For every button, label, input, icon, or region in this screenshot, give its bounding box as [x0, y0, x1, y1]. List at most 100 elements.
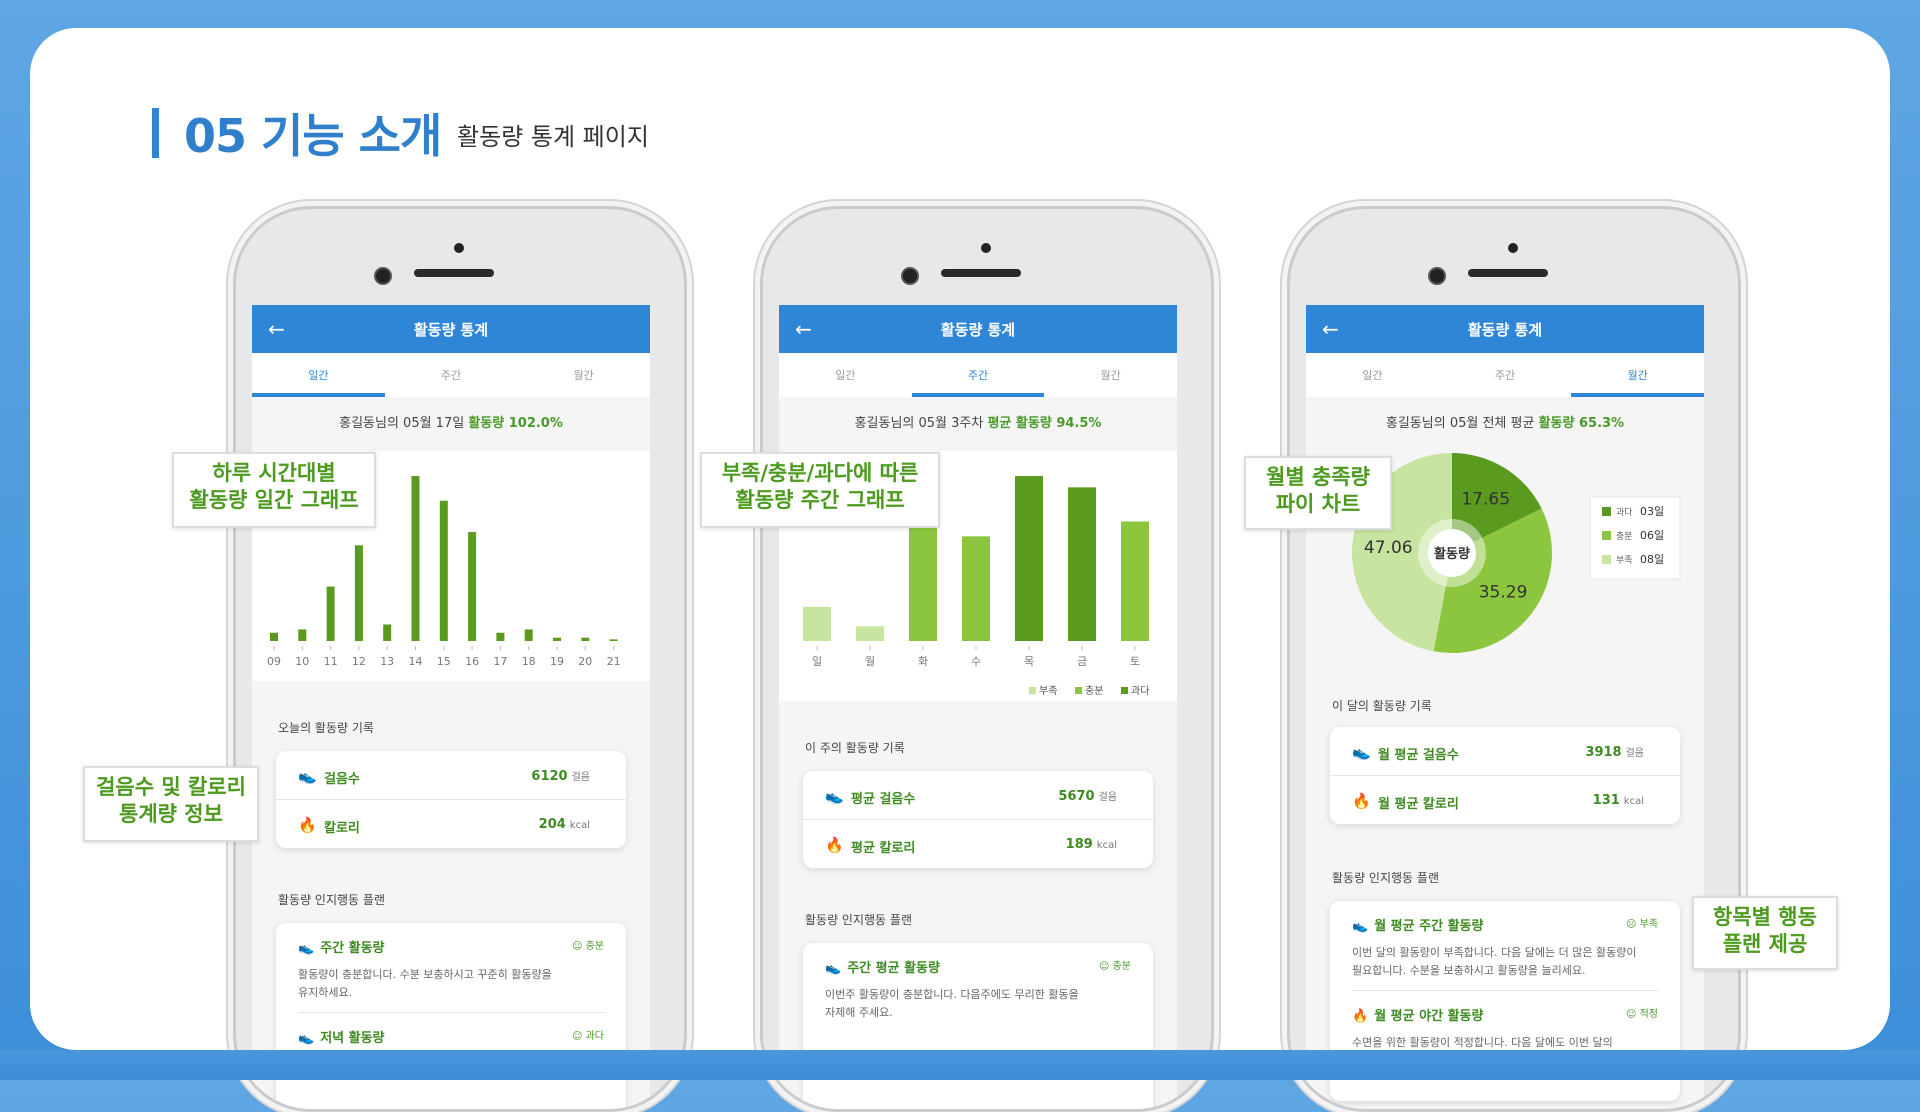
bar — [496, 632, 505, 641]
callout-line: 항목별 행동 — [1713, 905, 1817, 929]
callout-monthly: 월별 충족량파이 차트 — [1244, 456, 1392, 530]
bar — [962, 536, 990, 641]
callout-line: 월별 충족량 — [1266, 465, 1370, 489]
calorie-unit: kcal — [1623, 796, 1644, 807]
steps-label: 월 평균 걸음수 — [1378, 748, 1459, 763]
app-title: 활동량 통계 — [940, 321, 1016, 339]
bar — [553, 637, 561, 641]
tab-daily[interactable]: 일간 — [1306, 353, 1439, 397]
plan-item[interactable]: 👟 주간 활동량 ☺ 충분 활동량이 충분합니다. 수분 보충하시고 꾸준히 활동… — [276, 923, 626, 1012]
tab-daily[interactable]: 일간 — [779, 353, 912, 397]
steps-row: 👟 월 평균 걸음수 3918 걸음 — [1330, 727, 1680, 775]
record-card: 👟 걸음수 6120 걸음 🔥 칼로리 204 kcal — [276, 751, 626, 848]
summary-prefix: 홍길동님의 05월 전체 평균 — [1385, 416, 1535, 431]
tab-weekly[interactable]: 주간 — [385, 353, 518, 397]
smile-icon: ☺ — [571, 1031, 586, 1042]
plan-card: 👟 주간 평균 활동량 ☺ 충분 이번주 활동량이 충분합니다. 다음주에도 무리… — [803, 943, 1153, 1109]
tab-bar: 일간 주간 월간 — [779, 353, 1177, 397]
sensor-dot — [1508, 243, 1518, 253]
plan-desc-line2: 유지하세요. — [298, 986, 353, 999]
x-tick-label: 21 — [607, 655, 621, 668]
screen: ← 활동량 통계 일간 주간 월간 홍길동님의 05월 17일 활동량 102.… — [252, 305, 650, 1109]
flame-icon: 🔥 — [1352, 1009, 1369, 1024]
summary-value: 활동량 65.3% — [1538, 416, 1625, 431]
x-tick-label: 18 — [522, 655, 536, 668]
data-label: 35.29 — [1479, 583, 1528, 603]
summary-value: 평균 활동량 94.5% — [987, 416, 1102, 431]
steps-row: 👟 평균 걸음수 5670 걸음 — [803, 771, 1153, 819]
calorie-label: 월 평균 칼로리 — [1378, 797, 1459, 812]
x-tick-label: 토 — [1130, 655, 1140, 668]
plan-status: 충분 — [585, 941, 604, 952]
plan-desc-line1: 활동량이 충분합니다. 수분 보충하시고 꾸준히 활동량을 — [298, 968, 552, 981]
legend-swatch — [1602, 555, 1611, 564]
plan-title: 활동량 인지행동 플랜 — [278, 893, 385, 907]
legend-swatch — [1075, 687, 1082, 694]
callout-line: 파이 차트 — [1275, 492, 1361, 516]
callout-weekly: 부족/충분/과다에 따른 활동량 주간 그래프 — [700, 452, 940, 528]
steps-value: 5670 — [1058, 789, 1095, 804]
plan-status: 부족 — [1639, 919, 1658, 930]
bar — [326, 586, 335, 641]
plan-item-title: 월 평균 주간 활동량 — [1374, 919, 1484, 934]
calorie-row: 🔥 월 평균 칼로리 131 kcal — [1330, 775, 1680, 824]
plan-item[interactable]: 👟 주간 평균 활동량 ☺ 충분 이번주 활동량이 충분합니다. 다음주에도 무리… — [803, 943, 1153, 1032]
steps-value: 6120 — [531, 769, 568, 784]
bar — [609, 639, 618, 641]
flame-icon: 🔥 — [298, 816, 317, 834]
x-tick-label: 화 — [918, 655, 928, 668]
plan-title: 활동량 인지행동 플랜 — [1332, 871, 1439, 885]
legend-label: 부족 — [1616, 555, 1633, 566]
callout-line: 활동량 일간 그래프 — [189, 488, 359, 512]
record-card: 👟 월 평균 걸음수 3918 걸음 🔥 월 평균 칼로리 131 kcal — [1330, 727, 1680, 824]
tab-monthly[interactable]: 월간 — [1571, 353, 1704, 397]
speaker — [941, 269, 1021, 277]
flame-icon: 🔥 — [1352, 792, 1371, 810]
phone-weekly: ← 활동량 통계 일간 주간 월간 홍길동님의 05월 3주차 평균 활동량 9… — [760, 206, 1214, 1112]
legend-label: 충분 — [1085, 685, 1103, 697]
plan-desc-line1: 이번 달의 활동량이 부족합니다. 다음 달에는 더 많은 활동량이 — [1352, 946, 1637, 959]
plan-desc-line2: 필요합니다. 수분을 보충하시고 활동량을 늘리세요. — [1352, 964, 1586, 977]
x-tick-label: 수 — [971, 655, 981, 668]
x-tick-label: 19 — [550, 655, 564, 668]
record-card: 👟 평균 걸음수 5670 걸음 🔥 평균 칼로리 189 kcal — [803, 771, 1153, 868]
tab-monthly[interactable]: 월간 — [1044, 353, 1177, 397]
x-tick-label: 10 — [295, 655, 309, 668]
legend-swatch — [1602, 531, 1611, 540]
plan-item[interactable]: 👟 월 평균 주간 활동량 ☹ 부족 이번 달의 활동량이 부족합니다. 다음 달… — [1330, 901, 1680, 990]
plan-item-title: 저녁 활동량 — [320, 1031, 385, 1046]
record-title: 오늘의 활동량 기록 — [278, 721, 374, 735]
plan-desc-line1: 수면을 위한 활동량이 적정합니다. 다음 달에도 이번 달의 — [1352, 1036, 1613, 1049]
smile-icon: ☺ — [1625, 1009, 1640, 1020]
legend-swatch — [1121, 687, 1128, 694]
legend-label: 과다 — [1616, 507, 1633, 518]
calorie-unit: kcal — [1096, 840, 1117, 851]
legend-label: 충분 — [1616, 531, 1633, 542]
calorie-label: 칼로리 — [324, 821, 360, 836]
tab-weekly[interactable]: 주간 — [911, 353, 1045, 397]
bottom-band — [0, 1050, 1920, 1080]
tab-daily[interactable]: 일간 — [252, 353, 385, 397]
calorie-value: 189 — [1065, 837, 1093, 852]
smile-icon: ☺ — [1098, 961, 1113, 972]
tab-monthly[interactable]: 월간 — [517, 353, 650, 397]
steps-row: 👟 걸음수 6120 걸음 — [276, 751, 626, 799]
tab-weekly[interactable]: 주간 — [1439, 353, 1572, 397]
shoe-icon: 👟 — [298, 767, 317, 785]
camera — [901, 267, 919, 285]
data-label: 47.06 — [1364, 538, 1413, 558]
camera — [374, 267, 392, 285]
phone-daily: ← 활동량 통계 일간 주간 월간 홍길동님의 05월 17일 활동량 102.… — [233, 206, 687, 1112]
bar — [1015, 476, 1043, 641]
flame-icon: 🔥 — [825, 836, 844, 854]
bar — [1068, 487, 1096, 641]
sensor-dot — [454, 243, 464, 253]
x-tick-label: 20 — [578, 655, 592, 668]
x-tick-label: 금 — [1077, 655, 1087, 668]
calorie-row: 🔥 평균 칼로리 189 kcal — [803, 819, 1153, 868]
callout-plan: 항목별 행동 플랜 제공 — [1692, 896, 1838, 970]
bar — [1121, 521, 1149, 641]
calorie-row: 🔥 칼로리 204 kcal — [276, 799, 626, 848]
callout-line: 걸음수 및 칼로리 — [96, 775, 246, 799]
speaker — [1468, 269, 1548, 277]
